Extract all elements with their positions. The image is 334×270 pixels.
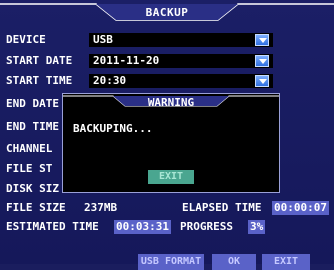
ok-button[interactable]: OK (212, 254, 256, 270)
estimated-time-value: 00:03:31 (114, 220, 171, 234)
start-date-dropdown-icon[interactable] (255, 55, 269, 67)
page-title: BACKUP (145, 6, 189, 19)
usb-format-button[interactable]: USB FORMAT (138, 254, 204, 270)
exit-button[interactable]: EXIT (262, 254, 310, 270)
end-date-label: END DATE (6, 97, 59, 110)
progress-label: PROGRESS (180, 220, 233, 233)
title-bar: BACKUP (0, 0, 334, 26)
dialog-title: WARNING (147, 96, 195, 109)
device-label: DEVICE (6, 33, 46, 46)
dialog-message: BACKUPING... (73, 122, 153, 135)
elapsed-time-label: ELAPSED TIME (182, 201, 262, 214)
backup-screen: BACKUP DEVICE USB START DATE 2011-11-20 … (0, 0, 334, 270)
dialog-title-bar: WARNING (63, 94, 279, 109)
start-time-dropdown-icon[interactable] (255, 75, 269, 87)
elapsed-time-value: 00:00:07 (272, 201, 329, 215)
progress-value: 3% (248, 220, 266, 234)
file-status-label: FILE ST (6, 162, 53, 175)
estimated-time-label: ESTIMATED TIME (6, 220, 99, 233)
file-size-value: 237MB (84, 201, 118, 214)
warning-dialog: WARNING BACKUPING... EXIT (62, 93, 280, 193)
dialog-exit-button[interactable]: EXIT (148, 170, 194, 184)
end-time-label: END TIME (6, 120, 59, 133)
start-date-label: START DATE (6, 54, 73, 67)
disk-size-label: DISK SIZ (6, 182, 59, 195)
device-field[interactable]: USB (89, 33, 273, 47)
start-time-label: START TIME (6, 74, 73, 87)
start-time-field[interactable]: 20:30 (89, 74, 273, 88)
file-size-label: FILE SIZE (6, 201, 66, 214)
device-dropdown-icon[interactable] (255, 34, 269, 46)
channel-label: CHANNEL (6, 142, 53, 155)
start-date-field[interactable]: 2011-11-20 (89, 54, 273, 68)
